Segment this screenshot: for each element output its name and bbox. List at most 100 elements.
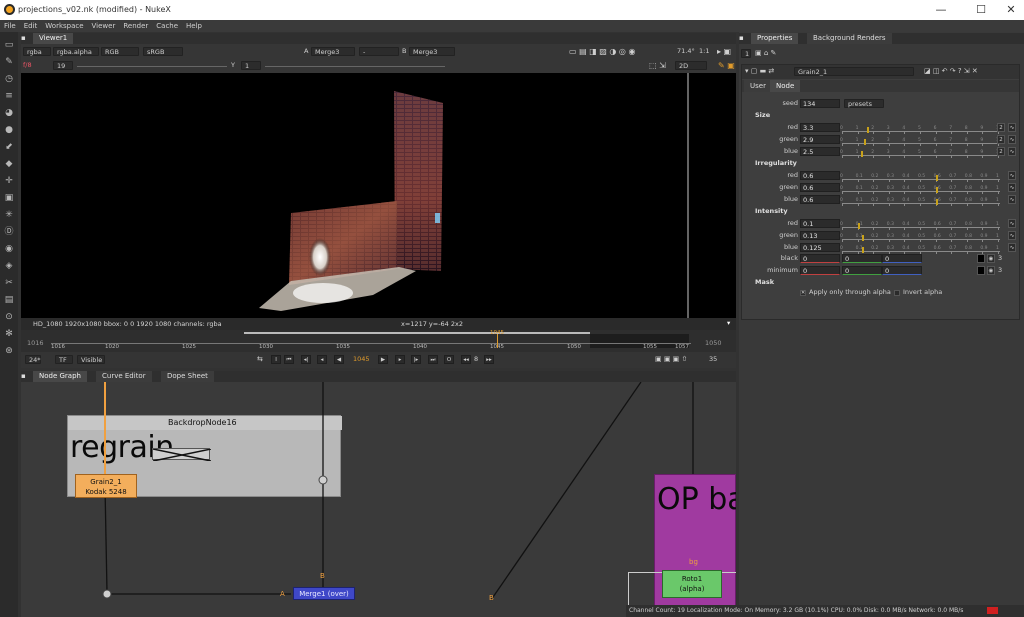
slider-knob[interactable] (857, 223, 860, 229)
pane-menu-icon[interactable]: ▪ (21, 33, 31, 44)
exposure-label[interactable]: f/8 (23, 61, 32, 70)
size-blue-slider[interactable]: 012345678910 (840, 148, 1002, 158)
menu-file[interactable]: File (0, 20, 20, 32)
in-point-button[interactable]: I (271, 355, 281, 364)
intensity-green-slider[interactable]: 0 0.1 0.2 0.3 0.4 0.5 0.6 0.7 0.8 0.9 1 (840, 232, 1000, 242)
view-mode-select[interactable]: 2D (675, 61, 707, 70)
toolsets-icon[interactable]: ✂ (3, 277, 15, 289)
invert-alpha-checkbox[interactable] (894, 290, 900, 296)
animation-curve-icon[interactable]: ∿ (1008, 147, 1016, 156)
fstop-value[interactable]: 71.4° (677, 47, 695, 56)
time-icon[interactable]: ◷ (3, 73, 15, 85)
color-icon[interactable]: ◕ (3, 107, 15, 119)
slider-knob[interactable] (862, 235, 865, 241)
animation-curve-icon[interactable]: ∿ (1008, 183, 1016, 192)
black-color-picker-icon[interactable]: ◉ (987, 254, 995, 263)
increment-field[interactable]: 8 (474, 355, 478, 364)
tab-curve-editor[interactable]: Curve Editor (96, 371, 152, 382)
sync-icon[interactable]: ⇆ (257, 355, 263, 364)
minimum-b-field[interactable]: 0 (882, 266, 922, 275)
irregularity-blue-field[interactable]: 0.6 (800, 195, 840, 204)
merge-node[interactable]: Merge1 (over) (293, 587, 355, 600)
play-back-button[interactable]: ◀ (334, 355, 344, 364)
viewer-canvas[interactable] (21, 73, 736, 318)
split-channels-button[interactable]: 2 (997, 147, 1005, 156)
zoom-select[interactable]: 1:1 (699, 47, 709, 56)
lut-select[interactable]: sRGB (143, 47, 183, 56)
performance-badge[interactable] (987, 607, 998, 614)
panel-header-icons[interactable]: ▾ ▢ ▬ ⇄ (745, 67, 774, 76)
deep-icon[interactable]: Ⓓ (3, 226, 15, 238)
prev-frame-button[interactable]: ◂ (317, 355, 327, 364)
intensity-red-field[interactable]: 0.1 (800, 219, 840, 228)
maximize-button[interactable]: ☐ (968, 2, 994, 18)
slider-knob[interactable] (935, 199, 938, 205)
gamma-field[interactable]: 1 (241, 61, 261, 70)
roto-node[interactable]: Roto1 (alpha) (662, 570, 722, 598)
draw-icon[interactable]: ✎ (3, 56, 15, 68)
status-menu-icon[interactable]: ▾ (727, 319, 730, 328)
gamma-slider[interactable] (265, 66, 445, 67)
tab-node-graph[interactable]: Node Graph (33, 371, 87, 382)
viewer-pane-icons[interactable]: ▸ ▣ (717, 47, 731, 56)
plugin-icon[interactable]: ⊛ (3, 345, 15, 357)
intensity-green-field[interactable]: 0.13 (800, 231, 840, 240)
black-b-field[interactable]: 0 (882, 254, 922, 263)
slider-knob[interactable] (935, 175, 938, 181)
slider-knob[interactable] (935, 187, 938, 193)
prev-key-button[interactable]: ◂| (301, 355, 311, 364)
step-forward-button[interactable]: ▸▸ (484, 355, 494, 364)
slider-knob[interactable] (860, 151, 863, 157)
animation-curve-icon[interactable]: ∿ (1008, 219, 1016, 228)
exposure-slider[interactable] (77, 66, 227, 67)
minimum-color-picker-icon[interactable]: ◉ (987, 266, 995, 275)
paint-icon[interactable]: ✎ ▣ (718, 61, 735, 70)
irregularity-red-field[interactable]: 0.6 (800, 171, 840, 180)
filter-icon[interactable]: ● (3, 124, 15, 136)
irregularity-blue-slider[interactable]: 00.10.20.30.40.50.60.70.80.91 (840, 196, 1000, 206)
play-forward-button[interactable]: ▶ (378, 355, 388, 364)
channels-select[interactable]: rgba (23, 47, 51, 56)
timeline[interactable]: 1016 1050 1016 1020 1025 1030 1035 1040 … (21, 330, 736, 352)
display-select[interactable]: RGB (101, 47, 139, 56)
subtab-user[interactable]: User (744, 80, 772, 92)
out-point-button[interactable]: O (444, 355, 454, 364)
tab-properties[interactable]: Properties (751, 33, 799, 44)
fps-field[interactable]: 24* (25, 355, 41, 364)
seed-field[interactable]: 134 (800, 99, 840, 108)
max-panels-field[interactable]: 1 (741, 49, 751, 58)
intensity-red-slider[interactable]: 00.10.20.30.40.50.60.70.80.91 (840, 220, 1000, 230)
input-a-select[interactable]: Merge3 (311, 47, 355, 56)
subtab-node[interactable]: Node (770, 80, 801, 92)
gear-icon[interactable]: ✻ (3, 328, 15, 340)
slider-knob[interactable] (863, 139, 866, 145)
next-frame-button[interactable]: ▸ (395, 355, 405, 364)
merge-icon[interactable]: ◆ (3, 158, 15, 170)
channel-icon[interactable]: ≡ (3, 90, 15, 102)
range-select[interactable]: Visible (77, 355, 105, 364)
size-blue-field[interactable]: 2.5 (800, 147, 840, 156)
exposure-field[interactable]: 19 (53, 61, 73, 70)
menu-workspace[interactable]: Workspace (41, 20, 87, 32)
split-channels-button[interactable]: 2 (997, 123, 1005, 132)
minimum-channel-count[interactable]: 3 (998, 266, 1002, 275)
menu-render[interactable]: Render (119, 20, 152, 32)
minimum-swatch[interactable] (977, 266, 985, 275)
black-swatch[interactable] (977, 254, 985, 263)
first-frame-button[interactable]: ⏮ (284, 355, 294, 364)
irregularity-red-slider[interactable]: 00.10.20.30.40.50.60.70.80.91 (840, 172, 1000, 182)
animation-curve-icon[interactable]: ∿ (1008, 123, 1016, 132)
panel-action-icons[interactable]: ◪ ◫ ↶ ↷ ? ⇲ ✕ (924, 67, 978, 76)
intensity-blue-field[interactable]: 0.125 (800, 243, 840, 252)
black-channel-count[interactable]: 3 (998, 254, 1002, 263)
grain-node[interactable]: Grain2_1 Kodak 5248 (75, 474, 137, 498)
close-button[interactable]: ✕ (998, 2, 1024, 18)
black-r-field[interactable]: 0 (800, 254, 840, 263)
input-b-select[interactable]: Merge3 (409, 47, 455, 56)
properties-tool-icons[interactable]: ▣ ⌂ ✎ (755, 49, 776, 58)
other-icon[interactable]: ▤ (3, 294, 15, 306)
views-icon[interactable]: ◉ (3, 243, 15, 255)
minimize-button[interactable]: — (928, 2, 954, 18)
playback-mode-icons[interactable]: ▣ ▣ ▣ ⇧ (655, 355, 687, 364)
menu-viewer[interactable]: Viewer (88, 20, 120, 32)
